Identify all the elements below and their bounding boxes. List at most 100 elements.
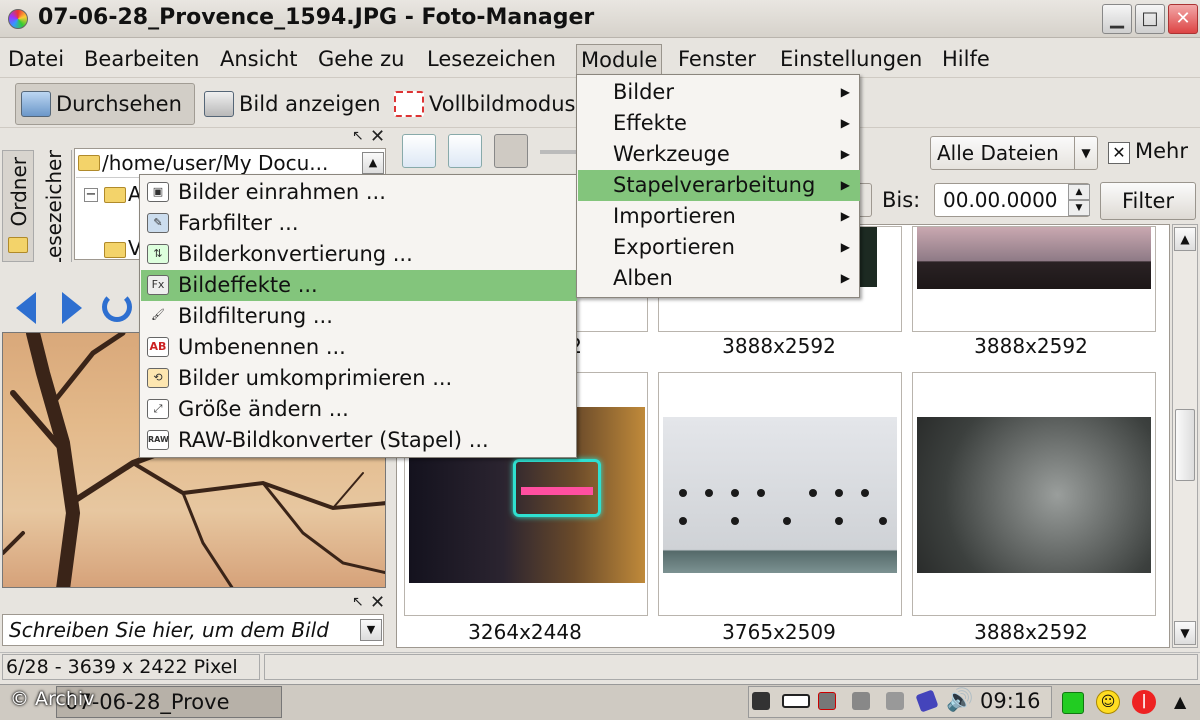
module-item-werkzeuge[interactable]: Werkzeuge ▶ <box>578 139 860 170</box>
module-item-effekte[interactable]: Effekte ▶ <box>578 108 860 139</box>
panel-close-icon[interactable]: ✕ <box>370 592 385 613</box>
power-icon[interactable]: | <box>1132 690 1156 714</box>
refresh-icon[interactable] <box>102 292 132 322</box>
batch-item-label: Bilder umkomprimieren ... <box>178 366 453 390</box>
menu-fenster[interactable]: Fenster <box>674 44 760 76</box>
tab-bookmarks-label: Lesezeichen <box>42 150 66 262</box>
browse-button[interactable]: Durchsehen <box>15 83 195 125</box>
path-text: /home/user/My Docu... <box>102 151 329 175</box>
batch-item-rename[interactable]: AB Umbenennen ... <box>141 332 577 363</box>
batch-item-convert[interactable]: ⇅ Bilderkonvertierung ... <box>141 239 577 270</box>
menu-hilfe[interactable]: Hilfe <box>938 44 994 76</box>
menu-lesezeichen[interactable]: Lesezeichen <box>423 44 560 76</box>
spin-down-button[interactable]: ▼ <box>1068 200 1090 216</box>
network-icon[interactable] <box>818 692 836 710</box>
rename-icon: AB <box>147 337 169 357</box>
comment-input[interactable]: Schreiben Sie hier, um dem Bild <box>2 614 384 646</box>
close-button[interactable]: ✕ <box>1168 4 1198 34</box>
fullscreen-label: Vollbildmodus <box>429 92 576 116</box>
module-item-importieren[interactable]: Importieren ▶ <box>578 201 860 232</box>
minimize-button[interactable]: ▁ <box>1102 4 1132 34</box>
menu-module[interactable]: Module <box>576 44 663 76</box>
menu-bearbeiten[interactable]: Bearbeiten <box>80 44 203 76</box>
grid-app-icon[interactable] <box>1062 692 1084 714</box>
module-item-alben[interactable]: Alben ▶ <box>578 263 860 294</box>
thumbnail-cell[interactable] <box>658 372 902 616</box>
bis-label: Bis: <box>882 188 921 212</box>
scroll-up-button[interactable]: ▲ <box>1174 227 1196 251</box>
tab-folders-label: Ordner <box>7 157 31 227</box>
app-icon[interactable] <box>8 9 28 29</box>
date-spinner-partial[interactable] <box>858 183 872 217</box>
batch-item-recompress[interactable]: ⟲ Bilder umkomprimieren ... <box>141 363 577 394</box>
thumb-city-dusk <box>917 227 1151 289</box>
size-slider[interactable] <box>540 150 576 154</box>
batch-item-label: Umbenennen ... <box>178 335 346 359</box>
wifi-icon[interactable] <box>752 692 770 710</box>
menu-einstellungen[interactable]: Einstellungen <box>776 44 926 76</box>
folder-icon <box>104 187 126 203</box>
thumbnail-cell[interactable] <box>912 372 1156 616</box>
submenu-arrow-icon: ▶ <box>840 178 850 192</box>
spin-up-button[interactable]: ▲ <box>1068 184 1090 200</box>
module-item-stapelverarbeitung[interactable]: Stapelverarbeitung ▶ <box>578 170 860 201</box>
path-up-button[interactable]: ▲ <box>362 152 384 174</box>
comment-dropdown-button[interactable]: ▼ <box>360 619 382 641</box>
tray-expand-icon[interactable]: ▲ <box>1174 692 1186 711</box>
forward-arrow-icon[interactable] <box>62 292 82 324</box>
browse-label: Durchsehen <box>56 92 182 116</box>
module-menu: Bilder ▶ Effekte ▶ Werkzeuge ▶ Stapelver… <box>576 74 860 298</box>
batch-item-resize[interactable]: ⤢ Größe ändern ... <box>141 394 577 425</box>
submenu-arrow-icon: ▶ <box>840 209 850 223</box>
fullscreen-button[interactable]: Vollbildmodus <box>388 83 578 125</box>
scroll-down-button[interactable]: ▼ <box>1174 621 1196 645</box>
batch-item-label: Bildeffekte ... <box>178 273 318 297</box>
batch-item-raw[interactable]: RAW RAW-Bildkonverter (Stapel) ... <box>141 425 577 456</box>
chevron-down-icon[interactable]: ▼ <box>1074 137 1097 169</box>
maximize-button[interactable]: □ <box>1135 4 1165 34</box>
fx-icon: Fx <box>147 275 169 295</box>
thumb-label: 3888x2592 <box>974 620 1088 644</box>
thumb-label: 3765x2509 <box>722 620 836 644</box>
panel-undock-icon[interactable]: ↖ <box>352 128 364 144</box>
module-item-exportieren[interactable]: Exportieren ▶ <box>578 232 860 263</box>
scroll-thumb[interactable] <box>1175 409 1195 481</box>
input-icon[interactable] <box>886 692 904 710</box>
clock[interactable]: 09:16 <box>980 689 1041 713</box>
view-icons-button[interactable] <box>448 134 482 168</box>
more-checkbox[interactable]: ✕ <box>1108 142 1130 164</box>
tab-folders[interactable]: Ordner <box>2 150 34 262</box>
fullscreen-icon <box>394 91 424 117</box>
file-type-combo[interactable]: Alle Dateien <box>930 136 1098 170</box>
view-list-button[interactable] <box>402 134 436 168</box>
thumbnail-cell[interactable] <box>912 226 1156 332</box>
battery-icon[interactable] <box>782 694 810 708</box>
thumb-label: 3888x2592 <box>974 334 1088 358</box>
status-field <box>264 654 1198 680</box>
folder-icon <box>8 237 28 253</box>
module-item-label: Exportieren <box>613 235 735 259</box>
panel-undock-icon[interactable]: ↖ <box>352 594 364 610</box>
batch-item-color-filter[interactable]: ✎ Farbfilter ... <box>141 208 577 239</box>
tab-bookmarks[interactable]: Lesezeichen <box>36 150 70 262</box>
back-arrow-icon[interactable] <box>16 292 36 324</box>
panel-close-icon[interactable]: ✕ <box>370 126 385 147</box>
smiley-icon[interactable]: ☺ <box>1096 690 1120 714</box>
batch-item-effects[interactable]: Fx Bildeffekte ... <box>141 270 577 301</box>
view-image-button[interactable]: Bild anzeigen <box>198 83 382 125</box>
submenu-arrow-icon: ▶ <box>840 271 850 285</box>
tree-collapse-icon[interactable]: − <box>84 188 98 202</box>
keyboard-icon[interactable] <box>852 692 870 710</box>
menu-datei[interactable]: Datei <box>4 44 68 76</box>
module-item-bilder[interactable]: Bilder ▶ <box>578 77 860 108</box>
view-thumbnails-button[interactable] <box>494 134 528 168</box>
module-item-label: Bilder <box>613 80 674 104</box>
batch-item-frame[interactable]: ▣ Bilder einrahmen ... <box>141 177 577 208</box>
menu-ansicht[interactable]: Ansicht <box>216 44 302 76</box>
date-input[interactable]: 00.00.0000 <box>934 183 1090 217</box>
menu-gehe-zu[interactable]: Gehe zu <box>314 44 408 76</box>
filter-button[interactable]: Filter <box>1100 182 1196 220</box>
volume-icon[interactable]: 🔊 <box>946 688 973 713</box>
vertical-scrollbar[interactable]: ▲ ▼ <box>1172 224 1198 648</box>
batch-item-filtering[interactable]: 🖌 Bildfilterung ... <box>141 301 577 332</box>
